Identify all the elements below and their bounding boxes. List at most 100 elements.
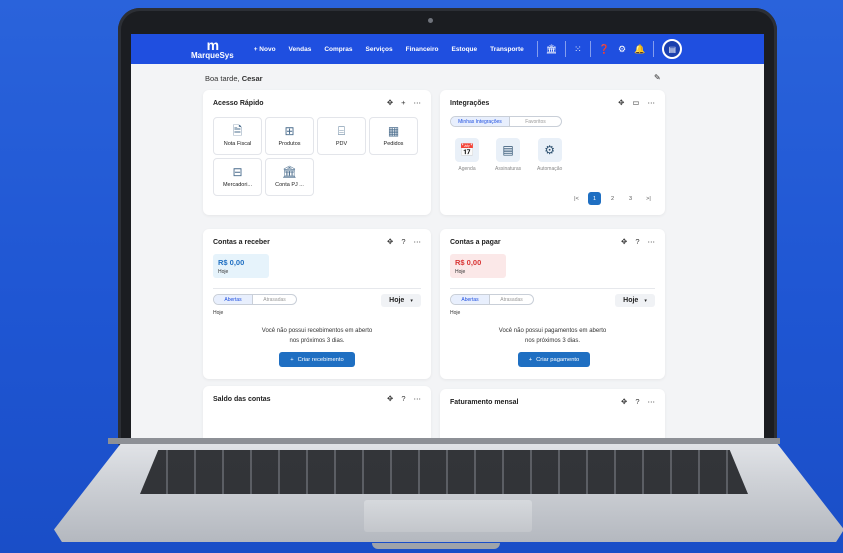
apps-grid-icon[interactable]: ⁙ [574,44,582,54]
nav-finance[interactable]: Financeiro [406,46,439,53]
quick-account-pj[interactable]: 🏛 Conta PJ ... [265,158,314,196]
receivables-title: Contas a receber [213,239,270,246]
integrations-title: Integrações [450,100,490,107]
add-icon[interactable]: + [401,98,405,107]
tab-overdue[interactable]: Atrasadas [490,295,533,304]
quick-orders[interactable]: ▦ Pedidos [369,117,418,155]
more-icon[interactable]: ⋯ [648,98,656,107]
period-select[interactable]: Hoje ▾ [615,294,655,307]
more-icon[interactable]: ⋯ [414,394,422,403]
more-icon[interactable]: ⋯ [648,237,656,246]
integrations-card: Integrações ✥ ▭ ⋯ Minhas Integrações Favor… [440,90,665,215]
products-icon: ⊞ [284,124,295,138]
empty-message-line: nos próximos 3 dias. [524,338,581,344]
bell-icon[interactable]: 🔔 [634,44,645,54]
receivables-amount-caption: Hoje [218,269,229,275]
help-icon[interactable]: ? [635,237,639,246]
move-icon[interactable]: ✥ [387,98,393,107]
receivables-tabs: Abertas Atrasadas [213,294,297,305]
app-logo[interactable]: m MarqueSys [191,38,234,60]
payables-amount-caption: Hoje [455,269,466,275]
nav-sales[interactable]: Vendas [289,46,312,53]
period-select[interactable]: Hoje ▾ [381,294,421,307]
move-icon[interactable]: ✥ [621,237,627,246]
move-icon[interactable]: ✥ [618,98,624,107]
quick-label: Produtos [278,141,301,147]
tab-my-integrations[interactable]: Minhas Integrações [451,117,510,126]
logo-text: MarqueSys [191,51,234,60]
help-icon[interactable]: ? [401,237,405,246]
greeting-prefix: Boa tarde, [205,74,242,83]
empty-message: Você não possui pagamentos em aberto nos … [440,326,665,346]
gears-icon: ⚙ [537,138,562,162]
quick-label: Nota Fiscal [223,141,252,147]
orders-icon: ▦ [387,124,400,138]
page-last[interactable]: >| [642,192,655,205]
more-icon[interactable]: ⋯ [414,237,422,246]
laptop-base [44,438,843,553]
move-icon[interactable]: ✥ [387,237,393,246]
divider [213,288,421,289]
payables-card: Contas a pagar ✥? ⋯ R$ 0,00 Hoje Abertas … [440,229,665,379]
edit-pencil-icon[interactable]: ✎ [654,73,661,82]
payables-amount: R$ 0,00 [455,258,482,267]
receivables-card: Contas a receber ✥? ⋯ R$ 0,00 Hoje Aberta… [203,229,431,379]
tab-overdue[interactable]: Atrasadas [253,295,296,304]
tab-favorites[interactable]: Favoritos [510,117,561,126]
camera-icon [428,18,433,23]
integration-automation[interactable]: ⚙ Automação [537,138,562,172]
page-1[interactable]: 1 [588,192,601,205]
nav-transport[interactable]: Transporte [490,46,524,53]
app-screen: m MarqueSys + Novo Vendas Compras Serviç… [131,34,764,440]
tab-open[interactable]: Abertas [214,295,254,304]
nav-stock[interactable]: Estoque [451,46,477,53]
avatar[interactable]: ▤ [662,39,683,59]
integration-label: Agenda [458,166,476,172]
integration-subscriptions[interactable]: ▤ Assinaturas [495,138,521,172]
nav-purchases[interactable]: Compras [324,46,352,53]
integration-agenda[interactable]: 📅 Agenda [455,138,479,172]
page-2[interactable]: 2 [606,192,619,205]
page-first[interactable]: |< [570,192,583,205]
document-list-icon: ▤ [496,138,521,162]
move-icon[interactable]: ✥ [621,397,627,406]
more-icon[interactable]: ⋯ [648,397,656,406]
balances-title: Saldo das contas [213,396,271,403]
more-icon[interactable]: ⋯ [414,98,422,107]
quick-invoice[interactable]: 🗎 Nota Fiscal [213,117,262,155]
quick-label: PDV [335,141,348,147]
nav-services[interactable]: Serviços [366,46,393,53]
help-icon[interactable]: ? [635,397,639,406]
laptop-lip [372,543,500,549]
receivables-amount-box: R$ 0,00 Hoje [213,254,269,278]
chevron-down-icon: ▾ [410,297,413,304]
nav-divider [565,41,567,57]
integrations-tabs: Minhas Integrações Favoritos [450,116,562,127]
quick-access-card: Acesso Rápido ✥ + ⋯ 🗎 Nota Fiscal ⊞ Produtos… [203,90,431,215]
quick-goods[interactable]: ⊟ Mercadori... [213,158,262,196]
trackpad [364,500,532,532]
empty-message-line: Você não possui recebimentos em aberto [261,328,373,334]
gear-icon[interactable]: ⚙ [618,44,626,54]
quick-products[interactable]: ⊞ Produtos [265,117,314,155]
tab-open[interactable]: Abertas [451,295,491,304]
help-icon[interactable]: ❓ [599,44,610,54]
greeting: Boa tarde, Cesar [205,74,263,83]
nav-new[interactable]: + Novo [254,46,276,53]
quick-access-title: Acesso Rápido [213,100,264,107]
quick-label: Conta PJ ... [275,182,304,188]
move-icon[interactable]: ✥ [387,394,393,403]
billing-title: Faturamento mensal [450,399,519,406]
create-payable-button[interactable]: + Criar pagamento [518,352,590,367]
period-value: Hoje [389,297,405,304]
logo-mark: m [206,37,219,53]
create-receivable-button[interactable]: + Criar recebimento [279,352,355,367]
help-icon[interactable]: ? [401,394,405,403]
calendar-icon[interactable]: ▭ [632,98,639,107]
bank-icon[interactable]: 🏛 [546,44,557,54]
empty-message: Você não possui recebimentos em aberto no… [203,326,431,346]
chevron-down-icon: ▾ [644,297,647,304]
plus-icon: + [290,356,294,363]
quick-pdv[interactable]: ⌸ PDV [317,117,366,155]
page-3[interactable]: 3 [624,192,637,205]
